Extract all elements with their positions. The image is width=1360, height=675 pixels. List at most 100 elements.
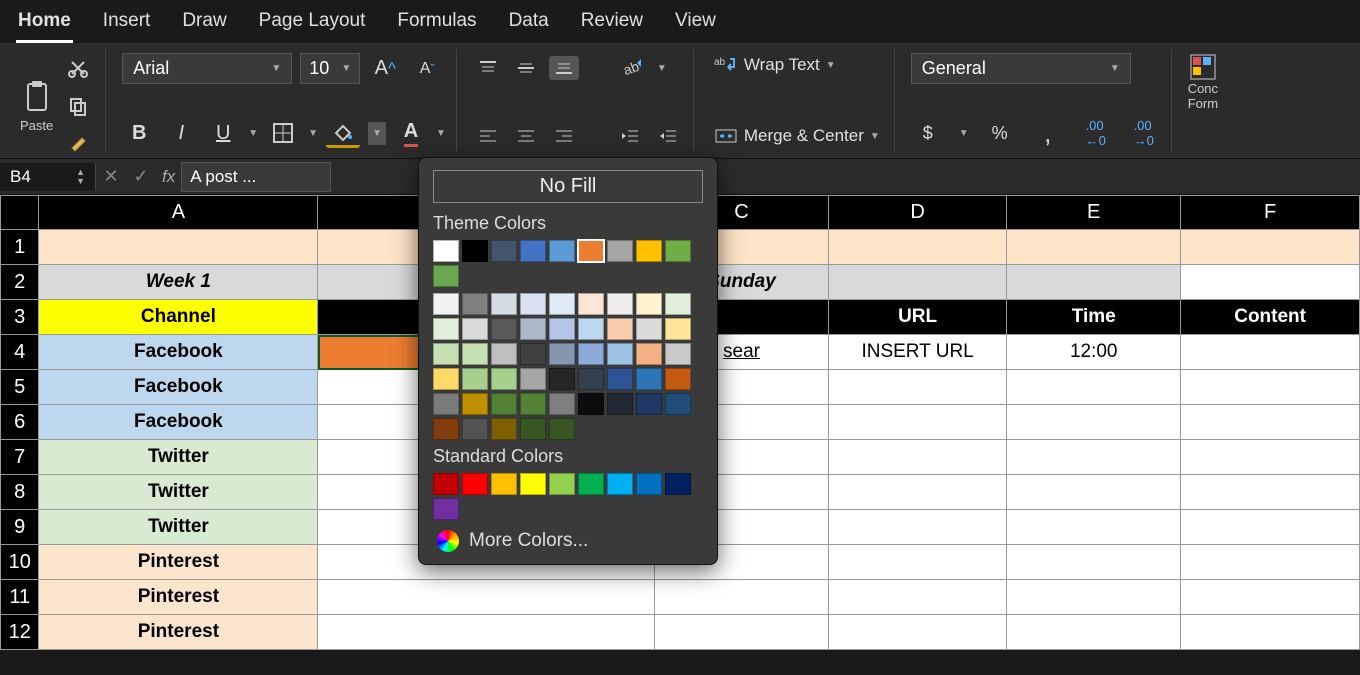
cell[interactable] — [1007, 230, 1181, 265]
cell[interactable] — [1007, 265, 1181, 300]
cell[interactable] — [1181, 405, 1360, 440]
tab-draw[interactable]: Draw — [180, 6, 228, 43]
color-swatch[interactable] — [433, 393, 459, 415]
cell[interactable]: Pinterest — [39, 580, 318, 615]
more-colors-button[interactable]: More Colors... — [433, 520, 703, 554]
color-swatch[interactable] — [636, 240, 662, 262]
decrease-decimal-button[interactable]: .00→0 — [1127, 118, 1161, 148]
number-format-select[interactable]: General▼ — [911, 53, 1131, 84]
font-size-select[interactable]: 10▼ — [300, 53, 360, 84]
format-painter-button[interactable] — [61, 129, 95, 159]
color-swatch[interactable] — [665, 393, 691, 415]
cell[interactable]: Twitter — [39, 475, 318, 510]
cell[interactable] — [1007, 475, 1181, 510]
color-swatch[interactable] — [520, 293, 546, 315]
merge-center-button[interactable]: Merge & Center ▼ — [710, 124, 884, 148]
wrap-dropdown[interactable]: ▼ — [826, 60, 836, 71]
color-swatch[interactable] — [607, 318, 633, 340]
cell[interactable]: Pinterest — [39, 615, 318, 650]
row-header[interactable]: 4 — [1, 335, 39, 370]
color-swatch[interactable] — [578, 240, 604, 262]
cell[interactable] — [1007, 405, 1181, 440]
cell[interactable] — [654, 580, 828, 615]
increase-indent-button[interactable] — [653, 124, 683, 148]
borders-button[interactable] — [266, 118, 300, 148]
color-swatch[interactable] — [491, 393, 517, 415]
select-all-corner[interactable] — [1, 196, 39, 230]
wrap-text-button[interactable]: ab Wrap Text ▼ — [710, 53, 884, 77]
color-swatch[interactable] — [491, 343, 517, 365]
cell[interactable]: 12:00 — [1007, 335, 1181, 370]
cell[interactable] — [1181, 370, 1360, 405]
color-swatch[interactable] — [491, 473, 517, 495]
cell[interactable] — [1181, 335, 1360, 370]
cell[interactable] — [829, 475, 1007, 510]
color-swatch[interactable] — [520, 418, 546, 440]
orientation-dropdown[interactable]: ▼ — [657, 63, 667, 74]
color-swatch[interactable] — [520, 240, 546, 262]
cell[interactable] — [829, 405, 1007, 440]
font-name-select[interactable]: Arial▼ — [122, 53, 292, 84]
color-swatch[interactable] — [491, 318, 517, 340]
cell[interactable]: Twitter — [39, 510, 318, 545]
name-box[interactable]: B4 ▲▼ — [0, 163, 96, 191]
italic-button[interactable]: I — [164, 118, 198, 148]
color-swatch[interactable] — [462, 418, 488, 440]
cell[interactable] — [318, 615, 655, 650]
row-header[interactable]: 5 — [1, 370, 39, 405]
accounting-format-button[interactable]: $ — [911, 118, 945, 148]
cell[interactable] — [829, 230, 1007, 265]
tab-pagelayout[interactable]: Page Layout — [257, 6, 368, 43]
color-swatch[interactable] — [433, 318, 459, 340]
increase-decimal-button[interactable]: .00←0 — [1079, 118, 1113, 148]
formula-input[interactable]: A post ... — [181, 162, 331, 192]
row-header[interactable]: 12 — [1, 615, 39, 650]
font-color-button[interactable]: A — [394, 118, 428, 148]
cell[interactable] — [829, 440, 1007, 475]
tab-home[interactable]: Home — [16, 6, 73, 43]
conditional-formatting-button[interactable]: Conc Form — [1188, 53, 1218, 111]
name-box-stepper[interactable]: ▲▼ — [76, 168, 85, 186]
column-header-f[interactable]: F — [1181, 196, 1360, 230]
color-swatch[interactable] — [433, 418, 459, 440]
cell[interactable] — [39, 230, 318, 265]
color-swatch[interactable] — [578, 393, 604, 415]
cell[interactable]: Content — [1181, 300, 1360, 335]
cell[interactable] — [1181, 440, 1360, 475]
color-swatch[interactable] — [665, 473, 691, 495]
color-swatch[interactable] — [433, 265, 459, 287]
tab-insert[interactable]: Insert — [101, 6, 153, 43]
color-swatch[interactable] — [665, 368, 691, 390]
tab-review[interactable]: Review — [579, 6, 645, 43]
align-middle-button[interactable] — [511, 56, 541, 80]
color-swatch[interactable] — [433, 343, 459, 365]
color-swatch[interactable] — [462, 293, 488, 315]
decrease-font-button[interactable]: Aˇ — [410, 54, 444, 84]
color-swatch[interactable] — [607, 343, 633, 365]
color-swatch[interactable] — [433, 498, 459, 520]
cell[interactable] — [1007, 615, 1181, 650]
color-swatch[interactable] — [549, 293, 575, 315]
cell[interactable] — [654, 615, 828, 650]
cell[interactable] — [1181, 475, 1360, 510]
cell[interactable] — [829, 545, 1007, 580]
color-swatch[interactable] — [520, 343, 546, 365]
color-swatch[interactable] — [520, 473, 546, 495]
color-swatch[interactable] — [462, 473, 488, 495]
cancel-formula-button[interactable]: ✕ — [96, 166, 126, 187]
color-swatch[interactable] — [491, 293, 517, 315]
cell[interactable] — [1181, 230, 1360, 265]
increase-font-button[interactable]: A^ — [368, 54, 402, 84]
color-swatch[interactable] — [433, 240, 459, 262]
cell[interactable] — [829, 510, 1007, 545]
color-swatch[interactable] — [462, 368, 488, 390]
cell[interactable]: Facebook — [39, 335, 318, 370]
row-header[interactable]: 10 — [1, 545, 39, 580]
color-swatch[interactable] — [491, 418, 517, 440]
fill-color-button[interactable] — [326, 118, 360, 148]
color-swatch[interactable] — [433, 473, 459, 495]
color-swatch[interactable] — [491, 240, 517, 262]
tab-data[interactable]: Data — [507, 6, 551, 43]
color-swatch[interactable] — [549, 240, 575, 262]
cut-button[interactable] — [61, 53, 95, 83]
